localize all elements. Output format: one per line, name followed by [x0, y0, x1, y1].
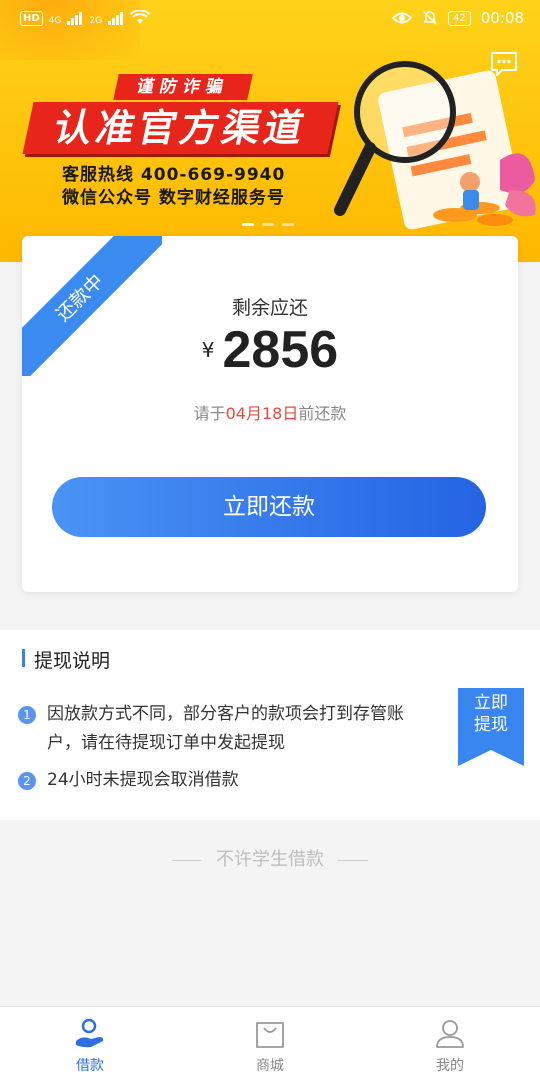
- signal-icon: [67, 11, 83, 25]
- due-prefix: 请于: [193, 404, 226, 423]
- currency-symbol: ¥: [201, 338, 215, 362]
- due-date-text: 请于04月18日前还款: [22, 400, 518, 424]
- banner-hotline: 客服热线 400-669-9940: [62, 165, 286, 185]
- wifi-icon: [130, 10, 151, 24]
- withdrawal-item: 1 因放款方式不同，部分客户的款项会打到存管账户，请在待提现订单中发起提现: [18, 700, 418, 758]
- withdrawal-title: 提现说明: [22, 646, 110, 673]
- due-suffix: 前还款: [298, 404, 347, 423]
- item-number: 1: [18, 706, 36, 724]
- item-number: 2: [18, 772, 36, 790]
- mute-bell-icon: [423, 11, 437, 25]
- user-icon: [436, 1020, 464, 1048]
- repay-now-button[interactable]: 立即还款: [52, 477, 486, 537]
- no-student-text: 不许学生借款: [216, 849, 324, 870]
- network-type-1: 4G: [48, 16, 62, 26]
- carousel-indicator: [242, 223, 294, 226]
- tab-mine[interactable]: 我的: [360, 1007, 540, 1080]
- magnifier-illustration: [334, 61, 536, 230]
- remaining-amount: 2856: [222, 321, 339, 379]
- tab-loan[interactable]: 借款: [0, 1007, 180, 1080]
- banner-headline: 认准官方渠道: [22, 102, 339, 154]
- bottom-tab-bar: 借款 商城 我的: [0, 1006, 540, 1080]
- withdraw-flag-line1: 立即: [474, 693, 508, 713]
- status-bar: HD 4G 2G 42 00:08: [0, 0, 540, 36]
- item-text: 因放款方式不同，部分客户的款项会打到存管账户，请在待提现订单中发起提现: [47, 704, 404, 753]
- tab-label: 商城: [256, 1058, 284, 1074]
- battery-indicator: 42: [448, 10, 471, 26]
- hd-indicator: HD: [20, 10, 43, 26]
- loan-hand-icon: [76, 1018, 104, 1048]
- withdraw-flag-line2: 提现: [474, 715, 508, 735]
- banner-tag: 谨防诈骗: [113, 74, 253, 100]
- due-date: 04月18日: [225, 404, 299, 423]
- banner-wechat: 微信公众号 数字财经服务号: [62, 188, 285, 208]
- tab-label: 借款: [76, 1058, 104, 1074]
- shopping-bag-icon: [256, 1022, 284, 1048]
- no-student-notice: 不许学生借款: [0, 845, 540, 871]
- withdraw-now-button[interactable]: 立即 提现: [458, 692, 524, 736]
- signal-icon-2: [108, 11, 124, 25]
- tab-mall[interactable]: 商城: [180, 1007, 360, 1080]
- network-type-2: 2G: [89, 16, 103, 26]
- promo-banner[interactable]: HD 4G 2G 42 00:08 谨防诈骗 认准官方渠道 客服热线 400-6…: [0, 0, 540, 262]
- withdrawal-item: 2 24小时未提现会取消借款: [18, 766, 418, 795]
- tab-label: 我的: [436, 1058, 464, 1074]
- clock: 00:08: [480, 9, 524, 27]
- withdrawal-section: 提现说明 1 因放款方式不同，部分客户的款项会打到存管账户，请在待提现订单中发起…: [0, 630, 540, 820]
- loan-card: 还款中 剩余应还 ¥2856 请于04月18日前还款 立即还款: [22, 236, 518, 592]
- eye-icon: [392, 12, 413, 24]
- remaining-label: 剩余应还: [231, 297, 308, 319]
- amount-row: ¥2856: [22, 320, 518, 380]
- item-text: 24小时未提现会取消借款: [47, 770, 239, 790]
